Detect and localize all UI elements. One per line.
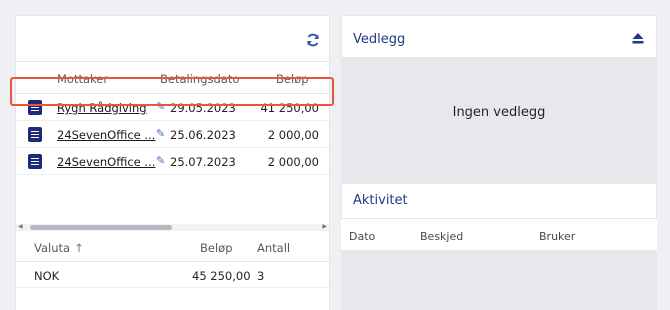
document-icon[interactable] [28,154,42,169]
table-row[interactable]: Rygh Rådgiving ✎ 29.05.2023 41 250,00 [16,94,329,121]
summary-table-header: Valuta ↑ Beløp Antall [16,234,329,262]
column-header-recipient[interactable]: Mottaker [57,72,108,86]
attachments-empty-text: Ingen vedlegg [452,105,546,120]
scroll-left-icon[interactable]: ◀ [18,223,23,230]
currency-value: NOK [34,269,60,283]
table-row[interactable]: 24SevenOffice ... ✎ 25.06.2023 2 000,00 [16,121,329,148]
edit-icon[interactable]: ✎ [156,100,165,113]
edit-icon[interactable]: ✎ [156,154,165,167]
activity-title: Aktivitet [353,193,408,208]
attachments-title: Vedlegg [353,32,406,47]
currency-header-label: Valuta [34,241,71,255]
eject-icon[interactable] [632,32,644,44]
column-header-sum-amount[interactable]: Beløp [200,241,233,255]
table-row[interactable]: 24SevenOffice ... ✎ 25.07.2023 2 000,00 [16,148,329,175]
scroll-right-icon[interactable]: ▶ [322,223,327,230]
column-header-amount[interactable]: Beløp [276,72,309,86]
column-header-currency[interactable]: Valuta ↑ [34,241,84,255]
recipient-link[interactable]: 24SevenOffice ... [57,128,155,142]
sort-up-icon[interactable]: ↑ [74,241,84,255]
payment-date: 25.06.2023 [170,128,236,142]
recipient-link[interactable]: 24SevenOffice ... [57,155,155,169]
refresh-icon[interactable] [305,32,321,48]
activity-body [341,251,657,310]
recipient-link[interactable]: Rygh Rådgiving [57,101,147,115]
column-header-user[interactable]: Bruker [539,230,575,243]
column-header-activity-date[interactable]: Dato [349,230,375,243]
payment-date: 25.07.2023 [170,155,236,169]
activity-header: Aktivitet [341,183,657,219]
scrollbar-thumb[interactable] [30,225,172,230]
document-icon[interactable] [28,127,42,142]
column-header-count[interactable]: Antall [257,241,290,255]
horizontal-scrollbar[interactable]: ◀ ▶ [16,223,329,231]
payment-amount: 2 000,00 [267,128,319,142]
table-row: NOK 45 250,00 3 [16,262,329,288]
payment-amount: 2 000,00 [267,155,319,169]
payments-panel: Mottaker Betalingsdato Beløp Rygh Rådgiv… [15,15,330,310]
payment-amount: 41 250,00 [260,101,319,115]
details-panel: Vedlegg Ingen vedlegg Aktivitet Dato Bes… [341,15,657,310]
attachments-body: Ingen vedlegg [341,58,657,183]
payment-date: 29.05.2023 [170,101,236,115]
edit-icon[interactable]: ✎ [156,127,165,140]
column-header-message[interactable]: Beskjed [420,230,463,243]
activity-table-header: Dato Beskjed Bruker [341,219,657,251]
document-icon[interactable] [28,100,42,115]
attachments-header: Vedlegg [341,15,657,58]
column-header-date[interactable]: Betalingsdato [160,72,239,86]
payments-table-header: Mottaker Betalingsdato Beløp [16,61,329,94]
sum-amount-value: 45 250,00 [192,269,251,283]
count-value: 3 [257,269,265,283]
